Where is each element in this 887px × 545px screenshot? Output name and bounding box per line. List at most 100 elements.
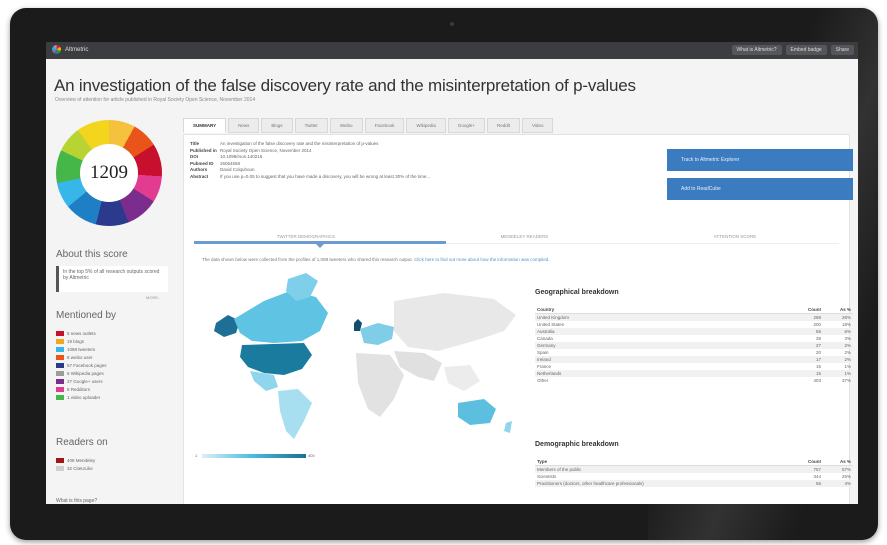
intro-text: The data shown below were collected from… bbox=[202, 257, 549, 262]
geo-table-row: United Kingdom 288 26% bbox=[535, 314, 853, 321]
subtab-attention-score[interactable]: ATTENTION SCORE bbox=[714, 231, 756, 243]
demo-table-cell: 26% bbox=[841, 474, 851, 479]
geo-table-header-row: Country Count As % bbox=[535, 306, 853, 314]
geo-table-cell: 65 bbox=[815, 329, 821, 334]
map-africa[interactable] bbox=[356, 353, 404, 417]
brand-name: Altmetric bbox=[65, 46, 89, 53]
map-new-zealand[interactable] bbox=[504, 421, 512, 433]
map-canada[interactable] bbox=[234, 291, 328, 343]
geo-table-cell: 18% bbox=[841, 322, 851, 327]
screen: Altmetric What is Altmetric? Embed badge… bbox=[46, 42, 858, 504]
tab-reddit[interactable]: Reddit bbox=[487, 118, 521, 133]
summary-panel: Title An investigation of the false disco… bbox=[183, 134, 853, 504]
geo-table-cell: Ireland bbox=[537, 357, 551, 362]
tab-twitter[interactable]: Twitter bbox=[294, 118, 328, 133]
geo-table-header-cell: As % bbox=[839, 307, 851, 312]
map-colorscale bbox=[202, 454, 306, 458]
mention-label: 5 news outlets bbox=[67, 330, 96, 336]
color-swatch bbox=[56, 465, 64, 471]
demo-table-header-row: Type Count As % bbox=[535, 458, 853, 466]
share-button[interactable]: Share bbox=[830, 45, 854, 55]
color-swatch bbox=[56, 457, 64, 463]
mentioned-list: 5 news outlets 19 blogs 1088 tweeters 8 wei… bbox=[56, 329, 107, 401]
color-swatch bbox=[56, 362, 64, 368]
demo-table-row: Scientists 344 26% bbox=[535, 473, 853, 480]
geo-table-cell: 2% bbox=[844, 357, 851, 362]
mention-label: 6 Wikipedia pages bbox=[67, 370, 104, 376]
more-link[interactable]: MORE... bbox=[146, 295, 161, 300]
meta-value: If you use p=0.05 to suggest that you ha… bbox=[220, 173, 431, 179]
mention-item[interactable]: 1 video uploader bbox=[56, 393, 107, 401]
mention-item[interactable]: 27 Google+ users bbox=[56, 377, 107, 385]
what-is-altmetric-button[interactable]: What is Altmetric? bbox=[731, 45, 782, 55]
demo-table-cell: 57% bbox=[841, 467, 851, 472]
map-southeast-asia[interactable] bbox=[444, 365, 480, 391]
geo-table-cell: 403 bbox=[813, 378, 821, 383]
color-swatch bbox=[56, 354, 64, 360]
geo-table-cell: 2% bbox=[844, 343, 851, 348]
about-section: About this score bbox=[56, 249, 174, 260]
mention-item[interactable]: 8 weibo user bbox=[56, 353, 107, 361]
geo-table-cell: Other bbox=[537, 378, 549, 383]
reader-item[interactable]: 32 CiteULike bbox=[56, 464, 95, 472]
mention-label: 8 Redditors bbox=[67, 386, 91, 392]
mention-item[interactable]: 19 blogs bbox=[56, 337, 107, 345]
intro-link[interactable]: Click here to find out more about how th… bbox=[414, 257, 549, 262]
map-australia[interactable] bbox=[458, 399, 496, 425]
geo-table-row: France 15 1% bbox=[535, 363, 853, 370]
demo-table-row: Practitioners (doctors, other healthcare… bbox=[535, 480, 853, 487]
color-swatch bbox=[56, 370, 64, 376]
tab-blogs[interactable]: Blogs bbox=[261, 118, 293, 133]
mention-item[interactable]: 6 Wikipedia pages bbox=[56, 369, 107, 377]
demo-table-cell: 56 bbox=[815, 481, 821, 486]
explorer-button[interactable]: Track to Altmetric Explorer bbox=[667, 149, 853, 171]
geo-table-cell: 26% bbox=[841, 315, 851, 320]
tab-facebook[interactable]: Facebook bbox=[364, 118, 405, 133]
mention-item[interactable]: 57 Facebook pages bbox=[56, 361, 107, 369]
geo-table-row: Netherlands 15 1% bbox=[535, 370, 853, 377]
readers-section: Readers on bbox=[56, 437, 174, 448]
geo-table-row: Canada 38 3% bbox=[535, 335, 853, 342]
mention-item[interactable]: 5 news outlets bbox=[56, 329, 107, 337]
altmetric-score-donut: 1209 bbox=[56, 120, 162, 226]
mention-label: 27 Google+ users bbox=[67, 378, 103, 384]
demo-table-cell: 757 bbox=[813, 467, 821, 472]
geo-table-cell: Canada bbox=[537, 336, 553, 341]
active-subtab-notch bbox=[316, 244, 324, 248]
color-swatch bbox=[56, 386, 64, 392]
geo-table-row: Germany 27 2% bbox=[535, 342, 853, 349]
geo-table-cell: 37% bbox=[841, 378, 851, 383]
tab-summary[interactable]: SUMMARY bbox=[183, 118, 227, 133]
mention-item[interactable]: 8 Redditors bbox=[56, 385, 107, 393]
reader-item[interactable]: 408 Mendeley bbox=[56, 456, 95, 464]
demo-table-cell: Members of the public bbox=[537, 467, 582, 472]
readcube-button[interactable]: Add to ReadCube bbox=[667, 178, 853, 200]
geo-table-cell: United Kingdom bbox=[537, 315, 570, 320]
brand[interactable]: Altmetric bbox=[52, 45, 88, 54]
tab-news[interactable]: News bbox=[228, 118, 260, 133]
score-value: 1209 bbox=[80, 144, 138, 202]
color-swatch bbox=[56, 378, 64, 384]
embed-badge-button[interactable]: Embed badge bbox=[785, 45, 827, 55]
geo-breakdown-title: Geographical breakdown bbox=[535, 289, 619, 296]
geo-table-cell: 1% bbox=[844, 371, 851, 376]
tab-wikipedia[interactable]: Wikipedia bbox=[406, 118, 446, 133]
demo-table-header-cell: Type bbox=[537, 459, 548, 464]
tab-google-[interactable]: Google+ bbox=[447, 118, 485, 133]
map-south-america[interactable] bbox=[278, 389, 312, 439]
geo-table-cell: 288 bbox=[813, 315, 821, 320]
subtab-mendeley-readers[interactable]: MENDELEY READERS bbox=[501, 231, 549, 243]
page-title: An investigation of the false discovery … bbox=[54, 76, 636, 95]
map-europe-continent[interactable] bbox=[360, 323, 394, 345]
tab-video[interactable]: Video bbox=[522, 118, 554, 133]
geo-breakdown-table: Country Count As % United Kingdom 288 26% Unit… bbox=[535, 306, 853, 384]
map-mexico[interactable] bbox=[250, 371, 278, 391]
mention-label: 1088 tweeters bbox=[67, 346, 96, 352]
map-russia-asia[interactable] bbox=[394, 293, 516, 351]
what-is-this-page[interactable]: What is this page? bbox=[56, 498, 97, 504]
map-usa[interactable] bbox=[240, 343, 312, 375]
tab-weibo[interactable]: Weibo bbox=[329, 118, 363, 133]
top-buttons: What is Altmetric? Embed badge Share bbox=[731, 45, 854, 55]
mention-item[interactable]: 1088 tweeters bbox=[56, 345, 107, 353]
geo-table-cell: United States bbox=[537, 322, 565, 327]
